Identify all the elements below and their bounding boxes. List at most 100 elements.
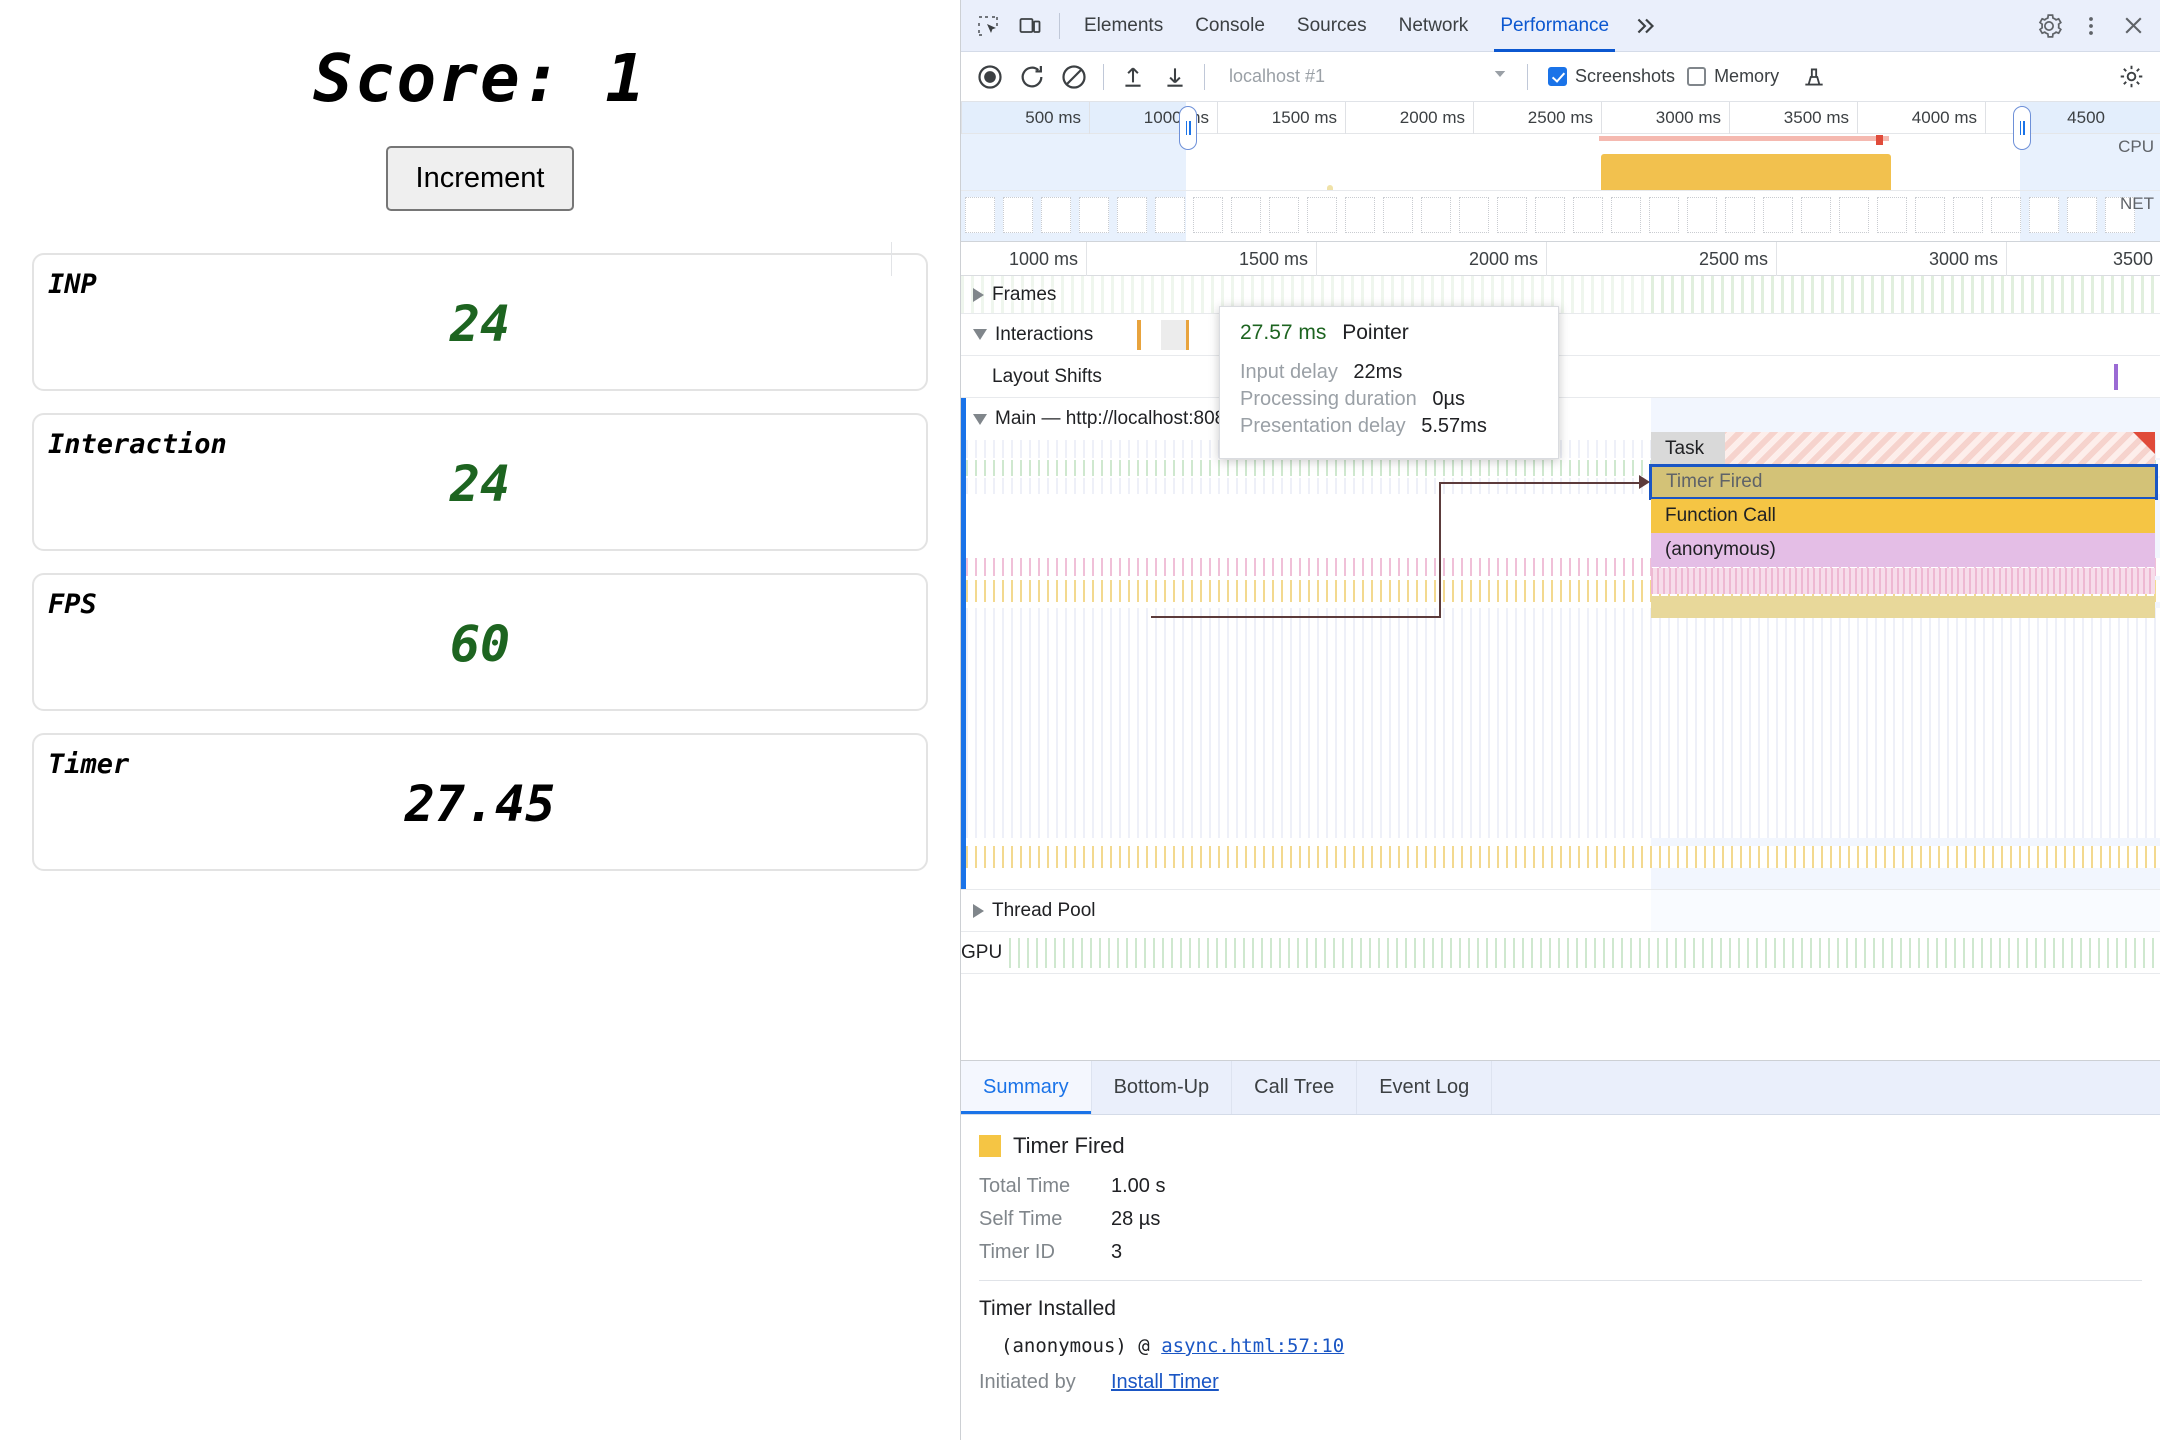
metric-card-list: INP 24 Interaction 24 FPS 60 Timer 27.45 [0, 253, 960, 871]
clear-recording-button[interactable] [1053, 56, 1095, 98]
gear-icon[interactable] [2028, 5, 2070, 47]
toolbar-divider [1059, 12, 1060, 39]
record-button[interactable] [969, 56, 1011, 98]
tab-elements[interactable]: Elements [1068, 0, 1179, 52]
reload-and-record-button[interactable] [1011, 56, 1053, 98]
cpu-band: CPU [961, 134, 2160, 190]
tab-event-log[interactable]: Event Log [1357, 1061, 1493, 1114]
checkbox-box [1687, 67, 1707, 86]
stat-key: Total Time [979, 1175, 1071, 1197]
tab-sources[interactable]: Sources [1281, 0, 1383, 52]
track-main[interactable]: Main — http://localhost:8080/demos/javas… [961, 398, 2160, 890]
metric-value: 27.45 [404, 775, 556, 833]
timer-installed-stack: (anonymous) @ async.html:57:10 [979, 1335, 2142, 1357]
increment-button[interactable]: Increment [385, 146, 575, 211]
overview-tick: 2000 ms [1345, 102, 1473, 134]
chevron-down-icon [973, 413, 987, 425]
event-name: Timer Fired [1013, 1133, 1125, 1158]
page-title: Score: 1 [313, 40, 647, 117]
track-gpu[interactable]: GPU [961, 932, 2160, 974]
close-icon[interactable] [2112, 5, 2154, 47]
layout-shift-mark[interactable] [2114, 364, 2118, 390]
initiated-by-key: Initiated by [979, 1371, 1076, 1393]
flame-bar-label: (anonymous) [1665, 539, 1776, 560]
tab-summary[interactable]: Summary [961, 1061, 1092, 1114]
flame-bar-label: Function Call [1665, 505, 1776, 526]
overview-tick: 4500 [1985, 102, 2113, 134]
export-profile-button[interactable] [1154, 56, 1196, 98]
net-lane-label: NET [2120, 194, 2154, 213]
flame-bar-label: Timer Fired [1666, 471, 1763, 492]
stack-at-symbol: @ [1138, 1335, 1150, 1357]
track-header-interactions[interactable]: Interactions [961, 324, 1093, 346]
metric-card-timer: Timer 27.45 [32, 733, 928, 871]
overview-left-handle[interactable] [1179, 106, 1197, 150]
track-header-main[interactable]: Main — http://localhost:8080/demos/javas… [961, 398, 2160, 440]
stack-function-name: (anonymous) [1001, 1335, 1127, 1357]
import-profile-button[interactable] [1112, 56, 1154, 98]
overview-ruler: 500 ms 1000 ms 1500 ms 2000 ms 2500 ms 3… [961, 102, 2160, 134]
timeline-overview[interactable]: 500 ms 1000 ms 1500 ms 2000 ms 2500 ms 3… [961, 102, 2160, 242]
metric-label: Timer [48, 749, 130, 780]
ruler-tick: 1000 ms [891, 242, 1086, 276]
cpu-lane-label: CPU [2118, 137, 2154, 156]
interaction-mark[interactable] [1137, 320, 1141, 350]
screen-root: Score: 1 Increment INP 24 Interaction 24… [0, 0, 2160, 1440]
track-label: Interactions [995, 323, 1094, 345]
tooltip-row-processing-duration: Processing duration 0µs [1240, 388, 1538, 411]
flame-bar-label: Task [1665, 438, 1705, 459]
track-layout-shifts[interactable]: Layout Shifts [961, 356, 2160, 398]
screenshots-checkbox[interactable]: Screenshots [1548, 66, 1675, 87]
flame-bar-strip-yellow[interactable] [1651, 596, 2155, 618]
inspect-element-icon[interactable] [967, 5, 1009, 47]
tab-bottom-up[interactable]: Bottom-Up [1092, 1061, 1233, 1114]
tab-performance[interactable]: Performance [1484, 0, 1625, 52]
track-header-gpu[interactable]: GPU [961, 942, 1002, 964]
tooltip-duration: 27.57 ms [1240, 321, 1327, 344]
tab-console[interactable]: Console [1179, 0, 1281, 52]
overview-right-handle[interactable] [2013, 106, 2031, 150]
track-header-thread-pool[interactable]: Thread Pool [961, 900, 1096, 922]
track-label: Layout Shifts [992, 365, 1102, 387]
collect-garbage-icon[interactable] [1793, 56, 1835, 98]
memory-checkbox[interactable]: Memory [1687, 66, 1779, 87]
initiated-by-link[interactable]: Install Timer [1111, 1371, 1219, 1394]
flamechart[interactable]: Frames Interactions Layout Shifts Main —… [961, 276, 2160, 1060]
flame-bar-timer-fired[interactable]: Timer Fired [1649, 464, 2158, 500]
track-frames[interactable]: Frames [961, 276, 2160, 314]
event-tooltip: 27.57 ms Pointer Input delay 22ms Proces… [1219, 306, 1559, 459]
demo-page: Score: 1 Increment INP 24 Interaction 24… [0, 0, 960, 1440]
increment-button-wrap: Increment [0, 146, 960, 211]
flame-bar-strip-pink[interactable] [1651, 568, 2155, 594]
more-vertical-icon[interactable] [2070, 5, 2112, 47]
overview-tick: 3500 ms [1729, 102, 1857, 134]
capture-settings-gear-icon[interactable] [2110, 56, 2152, 98]
ruler-tick: 3000 ms [1776, 242, 2006, 276]
details-drawer: Summary Bottom-Up Call Tree Event Log Ti… [961, 1060, 2160, 1440]
flame-bar-anonymous[interactable]: (anonymous) [1651, 533, 2155, 567]
flame-bar-function-call[interactable]: Function Call [1651, 499, 2155, 533]
trace-selector[interactable]: localhost #1 [1219, 60, 1519, 94]
initiator-arrow-head [1639, 475, 1650, 489]
overview-tick: 3000 ms [1601, 102, 1729, 134]
tooltip-event-name: Pointer [1342, 321, 1409, 344]
memory-label: Memory [1714, 66, 1780, 86]
chevron-down-icon [973, 329, 987, 340]
tab-network[interactable]: Network [1383, 0, 1485, 52]
track-interactions[interactable]: Interactions [961, 314, 2160, 356]
track-header-layout-shifts[interactable]: Layout Shifts [961, 366, 1102, 388]
frames-strip [1651, 276, 2160, 313]
track-label: Thread Pool [992, 899, 1096, 921]
chevron-double-right-icon[interactable] [1625, 5, 1667, 47]
overview-tick: 1000 ms [1089, 102, 1217, 134]
tab-call-tree[interactable]: Call Tree [1232, 1061, 1358, 1114]
source-location-link[interactable]: async.html:57:10 [1161, 1335, 1344, 1357]
device-toolbar-icon[interactable] [1009, 5, 1051, 47]
tooltip-row-value: 5.57ms [1421, 415, 1487, 437]
ruler-tick: 1500 ms [1086, 242, 1316, 276]
track-header-frames[interactable]: Frames [961, 284, 1056, 306]
track-thread-pool[interactable]: Thread Pool [961, 890, 2160, 932]
track-label: Frames [992, 283, 1057, 305]
checkbox-box [1548, 67, 1567, 86]
interaction-mark[interactable] [1161, 320, 1189, 350]
